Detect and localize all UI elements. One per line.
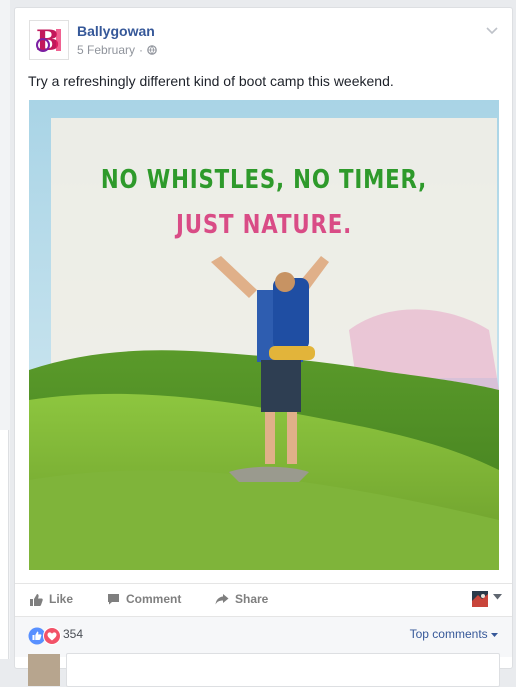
share-button[interactable]: Share xyxy=(215,592,268,606)
caret-down-icon xyxy=(491,633,498,637)
image-headline-line2: JUST NATURE. xyxy=(175,210,353,240)
share-label: Share xyxy=(235,592,269,606)
post-as-chevron-icon[interactable] xyxy=(493,592,502,603)
top-comments-label: Top comments xyxy=(409,627,488,641)
meta-separator: · xyxy=(139,43,144,57)
thumbs-up-icon xyxy=(30,593,43,606)
comment-bubble-icon xyxy=(108,594,119,605)
image-headline-line1: NO WHISTLES, NO TIMER, xyxy=(100,165,428,195)
page-logo[interactable]: B xyxy=(29,20,69,60)
post-card: B Ballygowan 5 February · Try a refreshi… xyxy=(14,7,513,687)
post-options-chevron-icon[interactable] xyxy=(486,22,498,38)
post-meta: 5 February · xyxy=(77,43,157,57)
page-name-link[interactable]: Ballygowan xyxy=(77,23,155,39)
comment-button[interactable]: Comment xyxy=(107,592,181,606)
left-column-card xyxy=(0,430,9,659)
comment-composer xyxy=(28,648,500,687)
love-reaction-icon xyxy=(43,627,61,645)
post-date[interactable]: 5 February xyxy=(77,43,135,57)
ballygowan-logo-icon: B xyxy=(36,24,61,57)
post-message: Try a refreshingly different kind of boo… xyxy=(28,73,394,89)
top-comments-dropdown[interactable]: Top comments xyxy=(410,627,498,641)
comment-label: Comment xyxy=(126,592,182,606)
post-as-avatar[interactable] xyxy=(472,591,488,607)
reaction-count[interactable]: 354 xyxy=(63,627,83,641)
post-image[interactable]: NO WHISTLES, NO TIMER, JUST NATURE. xyxy=(29,100,499,570)
like-button[interactable]: Like xyxy=(29,592,73,606)
globe-icon[interactable] xyxy=(147,45,157,55)
reaction-icons[interactable] xyxy=(28,627,61,645)
action-bar: Like Comment Share xyxy=(15,583,512,614)
comment-input[interactable] xyxy=(66,653,500,687)
profile-avatar-icon xyxy=(472,591,488,607)
like-label: Like xyxy=(49,592,74,606)
share-arrow-icon xyxy=(215,594,229,605)
